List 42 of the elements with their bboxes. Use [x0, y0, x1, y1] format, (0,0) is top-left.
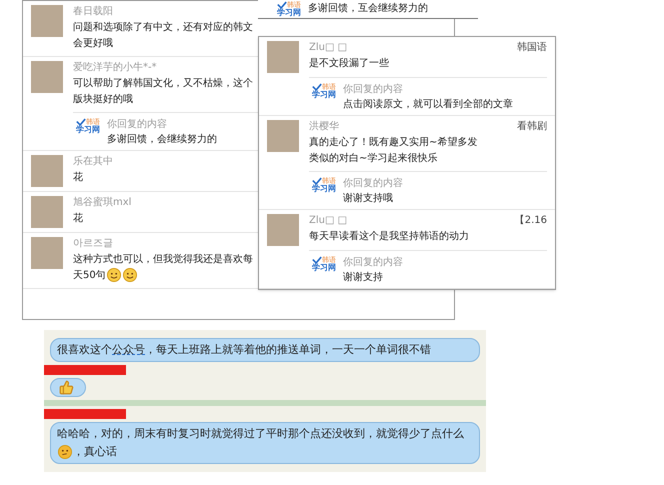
comment-text: 花: [73, 212, 84, 226]
comment-text: 每天早读看这个是我坚持韩语的动力: [309, 230, 470, 244]
avatar-placeholder: [267, 214, 299, 246]
avatar-placeholder: [31, 61, 63, 93]
reply-text: 谢谢支持: [343, 271, 384, 284]
reply-text: 多谢回馈，会继续努力的: [107, 133, 217, 146]
reply-label: 你回复的内容: [343, 256, 403, 269]
comment-author: Zlu□ □: [309, 214, 348, 228]
comment-tag: 韩国语: [517, 41, 547, 55]
reply-label: 你回复的内容: [107, 118, 168, 131]
smiley-icon: [58, 444, 72, 459]
comment-text: 是不文段漏了一些: [309, 56, 390, 71]
reply-label: 你回复的内容: [343, 83, 404, 96]
reply-label: 你回复的内容: [343, 177, 403, 190]
reply-text: 谢谢支持哦: [343, 192, 394, 205]
comment-text: 这种方式也可以，但我觉得我还是喜欢每天50句: [73, 252, 253, 284]
smiley-icon: [106, 268, 121, 282]
comment-tag: 看韩剧: [517, 120, 547, 134]
chat-bubble: 哈哈哈，对的，周末有时复习时就觉得过了平时那个点还没收到，就觉得少了点什么 ，真心话: [50, 422, 480, 464]
smiley-icon: [122, 268, 137, 282]
comment-text: 真的走心了！既有趣又实用~希望多发类似的对白~学习起来很快乐: [309, 136, 478, 166]
comment-author: 旭谷蜜琪mxl: [73, 196, 132, 210]
chat-bubble: 很喜欢这个公众号，每天上班路上就等着他的推送单词，一天一个单词很不错: [50, 338, 480, 362]
comment-tag: 【2.16: [514, 214, 547, 228]
thumbs-up-icon: [59, 380, 74, 395]
comment-author: 洪樱华: [309, 120, 339, 134]
avatar-placeholder: [267, 120, 299, 152]
comment-author: 아르즈글: [73, 237, 113, 251]
comment-text: 可以帮助了解韩国文化，又不枯燥，这个版块挺好的哦: [73, 76, 253, 107]
comment-author: 爱吃洋芋的小牛*-*: [73, 61, 157, 75]
comment-author: 乐在其中: [73, 155, 113, 169]
reply-text: 多谢回馈，互会继续努力的: [308, 4, 428, 14]
comment-author: Zlu□ □: [309, 41, 348, 55]
avatar-placeholder: [31, 5, 63, 37]
avatar-placeholder: [31, 237, 63, 269]
comment-text: 花: [73, 170, 84, 185]
comment-text: 问题和选项除了有中文，还有对应的韩文会更好哦: [73, 20, 253, 51]
avatar-placeholder: [267, 41, 299, 73]
avatar-placeholder: [31, 196, 63, 228]
comment-author: 春日载阳: [73, 5, 113, 19]
reply-text: 点击阅读原文，就可以看到全部的文章: [343, 98, 513, 111]
avatar-placeholder: [31, 155, 63, 187]
